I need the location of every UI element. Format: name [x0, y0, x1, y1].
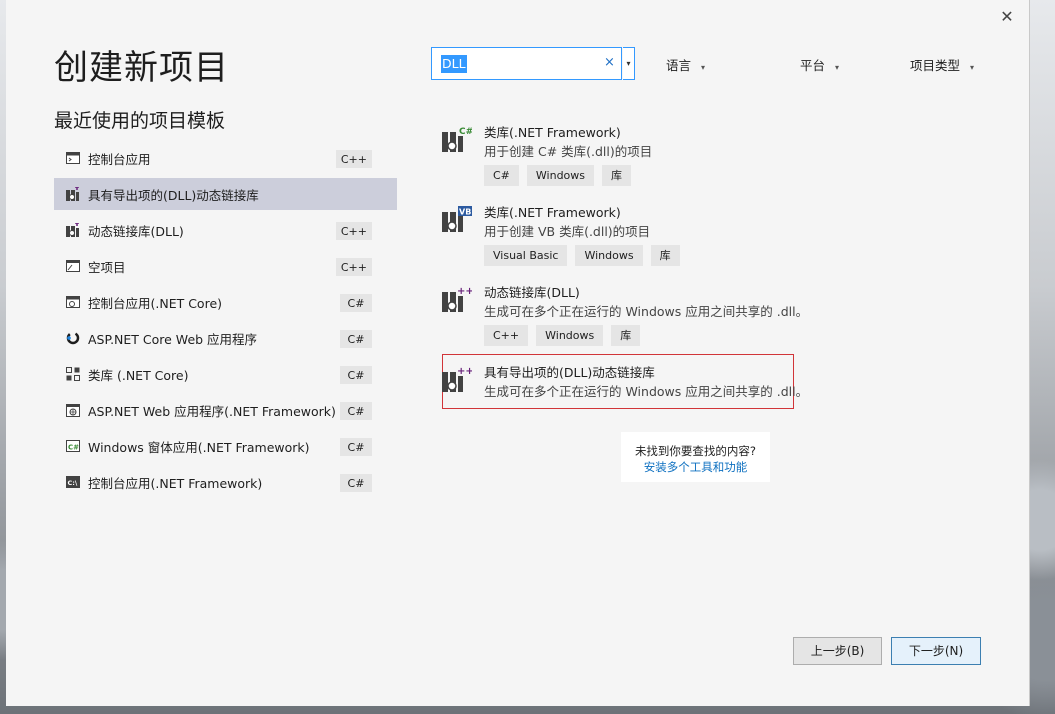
- aspnet-core-icon: [66, 331, 80, 345]
- platform-filter[interactable]: 平台 ▾: [800, 55, 839, 74]
- not-found-question: 未找到你要查找的内容?: [634, 444, 757, 458]
- result-class-library-vb[interactable]: VB 类库(.NET Framework) 用于创建 VB 类库(.dll)的项…: [442, 202, 802, 272]
- recent-item-label: 动态链接库(DLL): [88, 223, 184, 239]
- winforms-icon: C#: [66, 439, 80, 453]
- dll-icon: [66, 223, 80, 237]
- recent-item-dll[interactable]: 动态链接库(DLL) C++: [54, 214, 397, 246]
- cpp-dll-export-icon: ++: [442, 366, 472, 392]
- recent-templates-list: 控制台应用 C++ 具有导出项的(DLL)动态链接库 动态链接库(DLL) C+…: [54, 142, 397, 502]
- recent-item-winforms[interactable]: C# Windows 窗体应用(.NET Framework) C#: [54, 430, 397, 462]
- dll-export-icon: [66, 187, 80, 201]
- not-found-panel: 未找到你要查找的内容? 安装多个工具和功能: [621, 432, 770, 482]
- language-filter[interactable]: 语言 ▾: [666, 55, 705, 74]
- recent-item-aspnet-framework[interactable]: ASP.NET Web 应用程序(.NET Framework) C#: [54, 394, 397, 426]
- language-badge: C++: [335, 222, 372, 240]
- csharp-class-library-icon: C#: [442, 127, 472, 152]
- recent-item-label: 空项目: [88, 259, 126, 275]
- recent-item-class-library-core[interactable]: 类库 (.NET Core) C#: [54, 358, 397, 390]
- language-badge: C#: [340, 402, 372, 420]
- language-badge: C#: [340, 294, 372, 312]
- close-icon[interactable]: ✕: [996, 6, 1018, 28]
- search-box[interactable]: DLL ×: [431, 47, 622, 80]
- recent-item-label: Windows 窗体应用(.NET Framework): [88, 439, 310, 455]
- result-title: 具有导出项的(DLL)动态链接库: [484, 365, 655, 380]
- recent-item-label: 具有导出项的(DLL)动态链接库: [88, 187, 259, 203]
- recent-item-dll-exports[interactable]: 具有导出项的(DLL)动态链接库: [54, 178, 397, 210]
- chevron-down-icon: ▾: [701, 63, 706, 72]
- svg-text:C#: C#: [459, 127, 472, 137]
- svg-text:C:\: C:\: [68, 479, 78, 487]
- recent-templates-heading: 最近使用的项目模板: [54, 110, 226, 132]
- chevron-down-icon: ▾: [835, 63, 840, 72]
- language-badge: C++: [335, 258, 372, 276]
- tag: 库: [650, 245, 680, 266]
- project-type-filter-label: 项目类型: [910, 58, 961, 73]
- recent-item-label: 控制台应用: [88, 151, 151, 167]
- back-button[interactable]: 上一步(B): [793, 637, 882, 665]
- language-badge: C#: [340, 330, 372, 348]
- tag: C++: [484, 325, 529, 346]
- svg-text:VB: VB: [459, 208, 471, 217]
- recent-item-aspnet-core[interactable]: ASP.NET Core Web 应用程序 C#: [54, 322, 397, 354]
- recent-item-empty-project[interactable]: 空项目 C++: [54, 250, 397, 282]
- language-badge: C#: [340, 474, 372, 492]
- result-title: 动态链接库(DLL): [484, 285, 580, 300]
- platform-filter-label: 平台: [800, 58, 826, 73]
- console-framework-icon: C:\: [66, 475, 80, 489]
- install-tools-link[interactable]: 安装多个工具和功能: [621, 459, 770, 475]
- tag: 库: [611, 325, 641, 346]
- search-input[interactable]: DLL: [441, 55, 467, 73]
- project-type-filter[interactable]: 项目类型 ▾: [910, 55, 974, 74]
- class-library-icon: [66, 367, 80, 381]
- language-badge: C#: [340, 438, 372, 456]
- clear-search-icon[interactable]: ×: [604, 55, 615, 70]
- result-dll-exports[interactable]: ++ 具有导出项的(DLL)动态链接库 生成可在多个正在运行的 Windows …: [442, 362, 808, 407]
- aspnet-icon: [66, 403, 80, 417]
- next-button[interactable]: 下一步(N): [891, 637, 981, 665]
- console-icon: [66, 151, 80, 165]
- tag: 库: [602, 165, 632, 186]
- result-class-library-csharp[interactable]: C# 类库(.NET Framework) 用于创建 C# 类库(.dll)的项…: [442, 122, 802, 192]
- console-core-icon: [66, 295, 80, 309]
- svg-text:++: ++: [457, 366, 472, 377]
- recent-item-console-app[interactable]: 控制台应用 C++: [54, 142, 397, 174]
- recent-item-label: ASP.NET Web 应用程序(.NET Framework): [88, 403, 336, 419]
- recent-item-console-framework[interactable]: C:\ 控制台应用(.NET Framework) C#: [54, 466, 397, 498]
- recent-item-label: 控制台应用(.NET Framework): [88, 475, 263, 491]
- tag: Visual Basic: [484, 245, 568, 266]
- recent-item-label: ASP.NET Core Web 应用程序: [88, 331, 258, 347]
- svg-text:++: ++: [457, 286, 472, 297]
- recent-item-label: 控制台应用(.NET Core): [88, 295, 223, 311]
- result-title: 类库(.NET Framework): [484, 125, 621, 140]
- result-title: 类库(.NET Framework): [484, 205, 621, 220]
- result-dll[interactable]: ++ 动态链接库(DLL) 生成可在多个正在运行的 Windows 应用之间共享…: [442, 282, 808, 352]
- page-title: 创建新项目: [54, 48, 229, 88]
- search-history-dropdown[interactable]: ▾: [623, 47, 635, 80]
- vb-class-library-icon: VB: [442, 206, 472, 232]
- create-project-dialog: ✕ 创建新项目 最近使用的项目模板 控制台应用 C++ 具有导出项的(DLL)动…: [6, 0, 1030, 706]
- tag: Windows: [526, 165, 595, 186]
- result-description: 生成可在多个正在运行的 Windows 应用之间共享的 .dll。: [484, 304, 809, 319]
- svg-text:C#: C#: [68, 444, 79, 452]
- cpp-dll-icon: ++: [442, 286, 472, 312]
- language-filter-label: 语言: [666, 58, 692, 73]
- language-badge: C++: [335, 150, 372, 168]
- recent-item-label: 类库 (.NET Core): [88, 367, 189, 383]
- chevron-down-icon: ▾: [970, 63, 975, 72]
- language-badge: C#: [340, 366, 372, 384]
- tag: Windows: [575, 245, 643, 266]
- tag: Windows: [536, 325, 604, 346]
- empty-project-icon: [66, 259, 80, 273]
- result-description: 用于创建 C# 类库(.dll)的项目: [484, 144, 653, 159]
- result-description: 用于创建 VB 类库(.dll)的项目: [484, 224, 651, 239]
- tag: C#: [484, 165, 519, 186]
- result-description: 生成可在多个正在运行的 Windows 应用之间共享的 .dll。: [484, 384, 809, 399]
- recent-item-console-core[interactable]: 控制台应用(.NET Core) C#: [54, 286, 397, 318]
